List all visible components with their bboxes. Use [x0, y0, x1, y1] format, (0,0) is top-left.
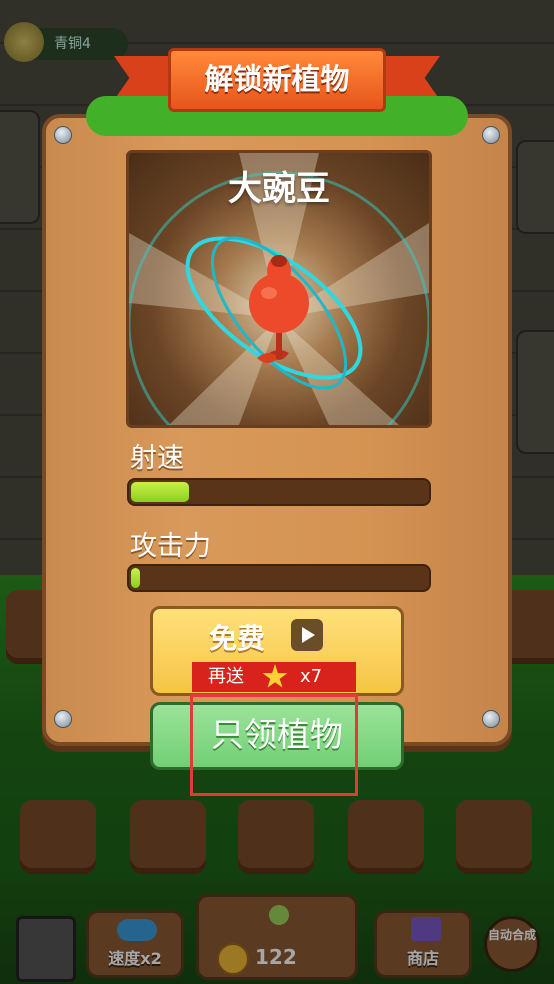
plant-name: 大豌豆	[228, 169, 330, 209]
screw-icon	[54, 126, 72, 144]
bonus-prefix: 再送	[208, 666, 244, 687]
star-icon	[262, 664, 288, 688]
fire-rate-bar	[127, 478, 431, 506]
attack-bar-fill	[131, 568, 140, 588]
attack-label: 攻击力	[130, 531, 211, 562]
dialog-title: 解锁新植物	[204, 62, 350, 96]
screw-icon	[54, 710, 72, 728]
fire-rate-label: 射速	[130, 443, 184, 474]
screw-icon	[482, 710, 500, 728]
free-label: 免费	[209, 622, 266, 655]
plant-portrait: 大豌豆	[126, 150, 432, 428]
bonus-ribbon: 再送 x7	[192, 662, 356, 692]
screw-icon	[482, 126, 500, 144]
attack-bar	[127, 564, 431, 592]
dialog-title-banner: 解锁新植物	[168, 48, 386, 112]
bonus-multiplier: x7	[300, 666, 323, 687]
fire-rate-bar-fill	[131, 482, 189, 502]
play-video-icon	[291, 619, 323, 651]
highlight-box	[190, 694, 358, 796]
